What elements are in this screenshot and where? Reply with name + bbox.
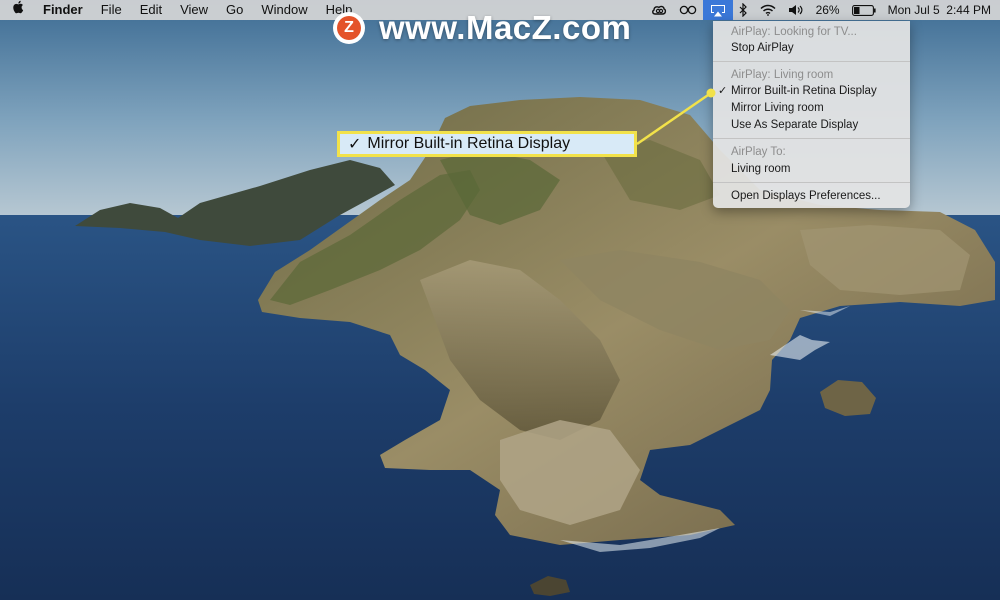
volume-icon[interactable] [782, 0, 810, 20]
callout-label: Mirror Built-in Retina Display [367, 135, 571, 152]
menu-item-stop-airplay[interactable]: Stop AirPlay [713, 40, 910, 56]
menu-bar-status-area: 26% Mon Jul 5 2:44 PM [645, 0, 1000, 20]
menu-item-label: Stop AirPlay [731, 42, 794, 54]
menu-item-label: AirPlay: Living room [731, 69, 834, 81]
checkmark-icon: ✓ [718, 85, 728, 97]
menu-separator [713, 61, 910, 62]
watermark: Z www.MacZ.com [333, 9, 632, 46]
menu-item-label: Use As Separate Display [731, 119, 859, 131]
creative-cloud-icon[interactable] [645, 0, 673, 20]
bluetooth-icon[interactable] [733, 0, 754, 20]
menu-item-label: Open Displays Preferences... [731, 190, 881, 202]
menu-item-label: Mirror Living room [731, 102, 824, 114]
wifi-icon[interactable] [754, 0, 782, 20]
menu-item-use-as-separate-display[interactable]: Use As Separate Display [713, 117, 910, 133]
airplay-to-heading: AirPlay To: [713, 144, 910, 160]
menu-go[interactable]: Go [217, 0, 252, 20]
watermark-logo-letter: Z [337, 16, 361, 40]
apple-logo-icon[interactable] [0, 0, 34, 20]
menu-separator [713, 182, 910, 183]
airplay-icon[interactable] [702, 0, 733, 20]
menu-item-label: AirPlay: Looking for TV... [731, 26, 857, 38]
menu-bar-left: Finder File Edit View Go Window Help [0, 0, 361, 20]
menu-bar-clock[interactable]: Mon Jul 5 2:44 PM [882, 0, 1000, 20]
menu-edit[interactable]: Edit [131, 0, 171, 20]
menu-item-label: Living room [731, 163, 791, 175]
menu-item-mirror-living-room[interactable]: Mirror Living room [713, 100, 910, 116]
battery-percent: 26% [815, 3, 840, 17]
callout-box: ✓ Mirror Built-in Retina Display [337, 131, 637, 157]
watermark-logo: Z [333, 12, 365, 44]
menu-item-open-displays-preferences[interactable]: Open Displays Preferences... [713, 188, 910, 204]
airplay-menu: AirPlay: Looking for TV... Stop AirPlay … [713, 21, 910, 208]
menu-separator [713, 138, 910, 139]
menu-view[interactable]: View [171, 0, 217, 20]
menu-file[interactable]: File [92, 0, 131, 20]
menu-item-label: AirPlay To: [731, 146, 786, 158]
menu-item-living-room[interactable]: Living room [713, 161, 910, 177]
airplay-status-living-room: AirPlay: Living room [713, 67, 910, 83]
airplay-status-looking: AirPlay: Looking for TV... [713, 24, 910, 40]
battery-icon[interactable] [846, 0, 882, 20]
menu-window[interactable]: Window [252, 0, 316, 20]
menu-item-label: Mirror Built-in Retina Display [731, 85, 877, 97]
glasses-icon[interactable] [673, 0, 703, 20]
menu-item-mirror-built-in-display[interactable]: ✓ Mirror Built-in Retina Display [713, 83, 910, 99]
callout-checkmark: ✓ [348, 136, 362, 153]
watermark-text: www.MacZ.com [379, 9, 632, 46]
menu-finder[interactable]: Finder [34, 0, 92, 20]
